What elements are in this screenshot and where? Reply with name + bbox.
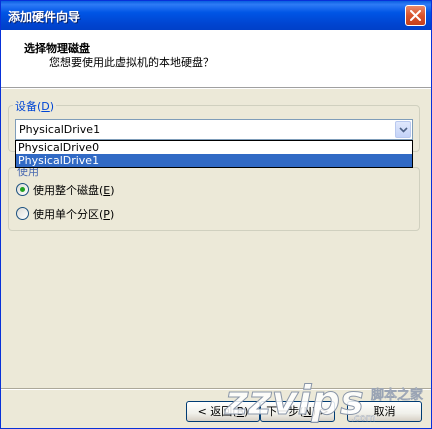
chevron-down-icon bbox=[399, 127, 408, 133]
watermark-suffix: .com bbox=[351, 413, 376, 424]
use-whole-disk-label[interactable]: 使用整个磁盘(E) bbox=[33, 182, 115, 198]
header-divider bbox=[1, 88, 431, 89]
device-combobox-value: PhysicalDrive1 bbox=[19, 123, 101, 136]
watermark-cn-text: 脚本之家 bbox=[371, 387, 424, 403]
title-bar[interactable]: 添加硬件向导 bbox=[1, 1, 431, 30]
watermark-text: zzvips bbox=[224, 378, 364, 424]
device-option-physicaldrive0[interactable]: PhysicalDrive0 bbox=[16, 141, 412, 154]
close-button[interactable] bbox=[405, 5, 426, 26]
close-icon bbox=[410, 10, 421, 21]
window-title: 添加硬件向导 bbox=[8, 10, 81, 24]
device-combobox[interactable]: PhysicalDrive1 bbox=[15, 119, 413, 140]
radio-selected-dot bbox=[20, 187, 25, 192]
site-watermark-logo: zzvips .com 脚本之家 bbox=[224, 378, 425, 425]
use-single-partition-label[interactable]: 使用单个分区(P) bbox=[33, 206, 114, 222]
device-group-label: 设备(D) bbox=[13, 98, 57, 114]
device-combobox-dropdown-button[interactable] bbox=[395, 121, 411, 138]
page-subtitle: 您想要使用此虚拟机的本地硬盘？ bbox=[49, 56, 214, 69]
device-dropdown-list: PhysicalDrive0 PhysicalDrive1 bbox=[15, 140, 413, 168]
wizard-header: 选择物理磁盘 您想要使用此虚拟机的本地硬盘？ bbox=[1, 30, 431, 88]
use-whole-disk-radio[interactable] bbox=[16, 183, 29, 196]
use-single-partition-radio[interactable] bbox=[16, 207, 29, 220]
add-hardware-wizard-window: 添加硬件向导 选择物理磁盘 您想要使用此虚拟机的本地硬盘？ 设备(D) Phys… bbox=[0, 0, 432, 429]
device-option-physicaldrive1[interactable]: PhysicalDrive1 bbox=[16, 154, 412, 167]
